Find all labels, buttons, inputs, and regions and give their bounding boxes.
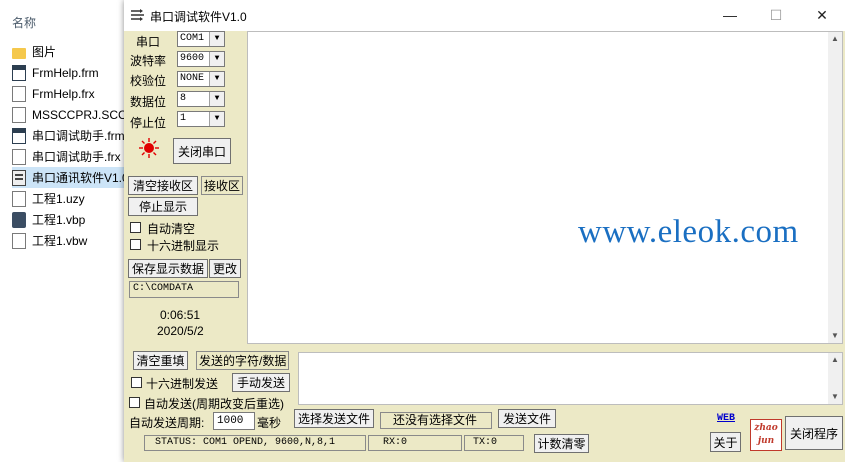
hex-display-label: 十六进制显示 [147, 239, 220, 253]
chevron-down-icon[interactable]: ▼ [209, 32, 224, 46]
clear-receive-button[interactable]: 清空接收区 [128, 176, 198, 195]
auto-send-label: 自动发送(周期改变后重选) [144, 397, 284, 411]
change-path-button[interactable]: 更改 [209, 259, 241, 278]
close-port-button[interactable]: 关闭串口 [173, 138, 231, 164]
close-program-button[interactable]: 关闭程序 [785, 416, 843, 450]
maximize-button[interactable]: ☐ [753, 0, 799, 31]
chevron-down-icon[interactable]: ▼ [209, 72, 224, 86]
list-item[interactable]: MSSCCPRJ.SCC [12, 104, 132, 125]
send-file-button[interactable]: 发送文件 [498, 409, 556, 428]
form-file-icon [12, 127, 26, 144]
manual-send-button[interactable]: 手动发送 [232, 373, 290, 392]
send-textarea[interactable]: ▲ ▼ [298, 352, 843, 405]
status-text: STATUS: COM1 OPEND, 9600,N,8,1 [144, 435, 366, 451]
tx-counter: TX:0 [464, 435, 524, 451]
clock-date: 2020/5/2 [157, 324, 204, 338]
list-item[interactable]: 串口调试助手.frm [12, 125, 132, 146]
hex-display-checkbox[interactable] [130, 239, 141, 250]
list-item[interactable]: 串口调试助手.frx [12, 146, 132, 167]
port-label: 串口 [136, 35, 161, 49]
close-button[interactable]: ✕ [799, 0, 845, 31]
databits-select[interactable]: 8 ▼ [177, 91, 225, 107]
baud-label: 波特率 [130, 54, 167, 68]
column-header-name[interactable]: 名称 [12, 14, 36, 31]
scroll-down-icon[interactable]: ▼ [829, 330, 841, 342]
list-item[interactable]: 工程1.vbw [12, 230, 132, 251]
chevron-down-icon[interactable]: ▼ [209, 52, 224, 66]
file-icon [12, 106, 26, 123]
baud-select[interactable]: 9600 ▼ [177, 51, 225, 67]
minimize-button[interactable]: — [707, 0, 753, 31]
file-status-display: 还没有选择文件 [380, 412, 492, 429]
scroll-down-icon[interactable]: ▼ [829, 391, 841, 403]
clock-time: 0:06:51 [160, 308, 201, 322]
logo-icon: zhao jun [750, 419, 782, 451]
send-scrollbar[interactable]: ▲ ▼ [828, 353, 842, 404]
auto-clear-checkbox[interactable] [130, 222, 141, 233]
status-led-icon [139, 138, 159, 158]
period-label: 自动发送周期: [129, 416, 205, 430]
period-input[interactable]: 1000 [213, 412, 255, 430]
chevron-down-icon[interactable]: ▼ [209, 92, 224, 106]
send-area-label: 发送的字符/数据 [196, 351, 290, 370]
watermark: www.eleok.com [578, 214, 799, 250]
choose-file-button[interactable]: 选择发送文件 [294, 409, 374, 428]
app-icon [131, 9, 144, 21]
hex-send-label: 十六进制发送 [146, 377, 219, 391]
port-select[interactable]: COM1 ▼ [177, 31, 225, 47]
form-file-icon [12, 64, 26, 81]
list-item[interactable]: FrmHelp.frm [12, 62, 132, 83]
file-icon [12, 232, 26, 249]
stopbits-label: 停止位 [130, 116, 167, 130]
file-icon [12, 148, 26, 165]
rx-counter: RX:0 [368, 435, 462, 451]
stopbits-select[interactable]: 1 ▼ [177, 111, 225, 127]
period-unit: 毫秒 [257, 416, 282, 430]
receive-area-label: 接收区 [201, 176, 244, 195]
parity-label: 校验位 [130, 74, 167, 88]
list-item[interactable]: 图片 [12, 41, 132, 62]
reset-count-button[interactable]: 计数清零 [534, 434, 589, 453]
file-icon [12, 190, 26, 207]
save-display-button[interactable]: 保存显示数据 [128, 259, 208, 278]
hex-send-checkbox[interactable] [131, 377, 142, 388]
file-icon [12, 85, 26, 102]
scroll-up-icon[interactable]: ▲ [829, 33, 841, 45]
auto-clear-label: 自动清空 [147, 222, 196, 236]
stop-display-button[interactable]: 停止显示 [128, 197, 198, 216]
exe-icon [12, 169, 26, 186]
list-item[interactable]: FrmHelp.frx [12, 83, 132, 104]
receive-textarea[interactable]: ▲ ▼ [247, 31, 843, 344]
folder-icon [12, 47, 26, 59]
about-button[interactable]: 关于 [710, 432, 741, 452]
title-bar[interactable]: 串口调试软件V1.0 — ☐ ✕ [124, 0, 845, 31]
web-link[interactable]: WEB [717, 413, 735, 424]
vb-project-icon [12, 211, 26, 228]
databits-label: 数据位 [130, 95, 167, 109]
chevron-down-icon[interactable]: ▼ [209, 112, 224, 126]
receive-scrollbar[interactable]: ▲ ▼ [828, 32, 842, 343]
list-item[interactable]: 工程1.vbp [12, 209, 132, 230]
list-item-selected[interactable]: 串口通讯软件V1.0 [12, 167, 132, 188]
save-path-display: C:\COMDATA [129, 281, 239, 298]
scroll-up-icon[interactable]: ▲ [829, 354, 841, 366]
parity-select[interactable]: NONE ▼ [177, 71, 225, 87]
window-title: 串口调试软件V1.0 [150, 10, 247, 24]
clear-send-button[interactable]: 清空重填 [133, 351, 188, 370]
list-item[interactable]: 工程1.uzy [12, 188, 132, 209]
auto-send-checkbox[interactable] [129, 397, 140, 408]
